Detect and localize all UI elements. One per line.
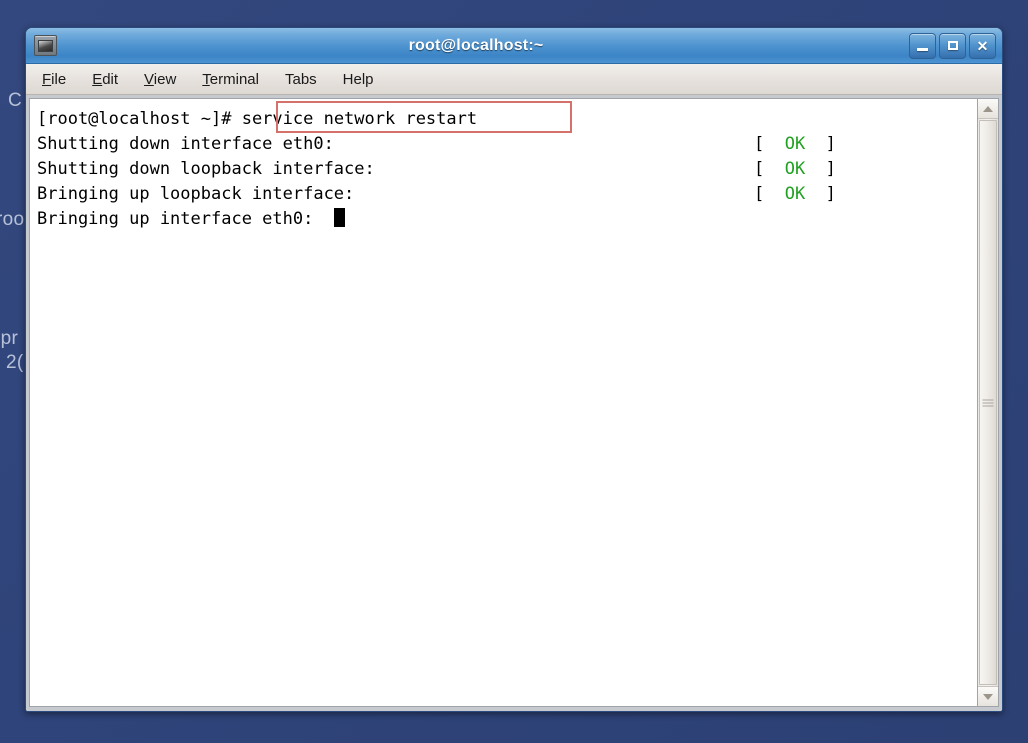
desktop-text-fragment: rpr xyxy=(0,328,19,349)
menu-label: erminal xyxy=(209,70,259,88)
menu-item-edit[interactable]: Edit xyxy=(92,71,118,88)
window-controls: ✕ xyxy=(909,32,996,59)
window-titlebar[interactable]: root@localhost:~ ✕ xyxy=(26,28,1002,64)
chevron-up-icon xyxy=(983,105,993,112)
menu-item-tabs[interactable]: Tabs xyxy=(285,71,317,88)
status-ok-text: OK xyxy=(764,184,826,204)
menu-mnemonic: E xyxy=(92,70,103,88)
menubar: File Edit View Terminal Tabs Help xyxy=(26,64,1002,95)
service-status-badge: [ OK ] xyxy=(754,159,836,179)
service-status-badge: [ OK ] xyxy=(754,134,836,154)
service-status-badge: [ OK ] xyxy=(754,184,836,204)
window-title: root@localhost:~ xyxy=(408,36,544,54)
scroll-down-button[interactable] xyxy=(978,686,998,706)
terminal-line: Bringing up interface eth0: xyxy=(34,207,977,232)
menu-label: iew xyxy=(153,70,177,88)
menu-mnemonic: V xyxy=(144,70,154,88)
maximize-icon xyxy=(947,41,958,50)
menu-item-help[interactable]: Help xyxy=(343,71,374,88)
desktop-text-fragment: C xyxy=(8,90,23,111)
menu-item-terminal[interactable]: Terminal xyxy=(202,71,259,88)
terminal-line-text: Shutting down interface eth0: xyxy=(37,134,334,154)
close-icon: ✕ xyxy=(976,37,989,54)
menu-mnemonic: T xyxy=(202,70,210,88)
menu-item-view[interactable]: View xyxy=(144,71,176,88)
terminal-line-text: Shutting down loopback interface: xyxy=(37,159,375,179)
menu-item-file[interactable]: File xyxy=(42,71,66,88)
scroll-up-button[interactable] xyxy=(978,99,998,119)
terminal-prompt-line: [root@localhost ~]# service network rest… xyxy=(34,101,977,133)
terminal-window: root@localhost:~ ✕ File Edit View Termin… xyxy=(25,27,1003,712)
desktop-text-fragment: roo xyxy=(0,209,25,230)
terminal-line: Bringing up loopback interface: [ OK ] xyxy=(34,182,977,207)
scrollbar-grip-icon xyxy=(982,397,994,408)
scrollbar-thumb[interactable] xyxy=(979,120,997,685)
close-button[interactable]: ✕ xyxy=(969,32,996,59)
maximize-button[interactable] xyxy=(939,32,966,59)
terminal-line-text: Bringing up interface eth0: xyxy=(37,209,334,229)
chevron-down-icon xyxy=(983,693,993,700)
menu-label: ile xyxy=(51,70,67,88)
shell-prompt: [root@localhost ~]# xyxy=(37,109,242,129)
terminal-line: Shutting down loopback interface: [ OK ] xyxy=(34,157,977,182)
minimize-button[interactable] xyxy=(909,32,936,59)
menu-label: Tabs xyxy=(284,70,317,88)
menu-mnemonic: F xyxy=(42,70,52,88)
terminal-line-text: Bringing up loopback interface: xyxy=(37,184,355,204)
minimize-icon xyxy=(917,47,928,51)
status-ok-text: OK xyxy=(764,134,826,154)
terminal-output-area[interactable]: [root@localhost ~]# service network rest… xyxy=(29,98,977,707)
status-ok-text: OK xyxy=(764,159,826,179)
menu-label: Help xyxy=(342,70,374,88)
terminal-line: Shutting down interface eth0: [ OK ] xyxy=(34,132,977,157)
desktop-background: C roo rpr 2( root@localhost:~ ✕ xyxy=(0,0,1028,743)
typed-command: service network restart xyxy=(241,109,478,129)
terminal-body: [root@localhost ~]# service network rest… xyxy=(26,95,1002,711)
menu-label: dit xyxy=(102,70,119,88)
terminal-cursor xyxy=(333,208,345,227)
desktop-text-fragment: 2( xyxy=(6,352,24,373)
terminal-scrollbar[interactable] xyxy=(977,98,999,707)
